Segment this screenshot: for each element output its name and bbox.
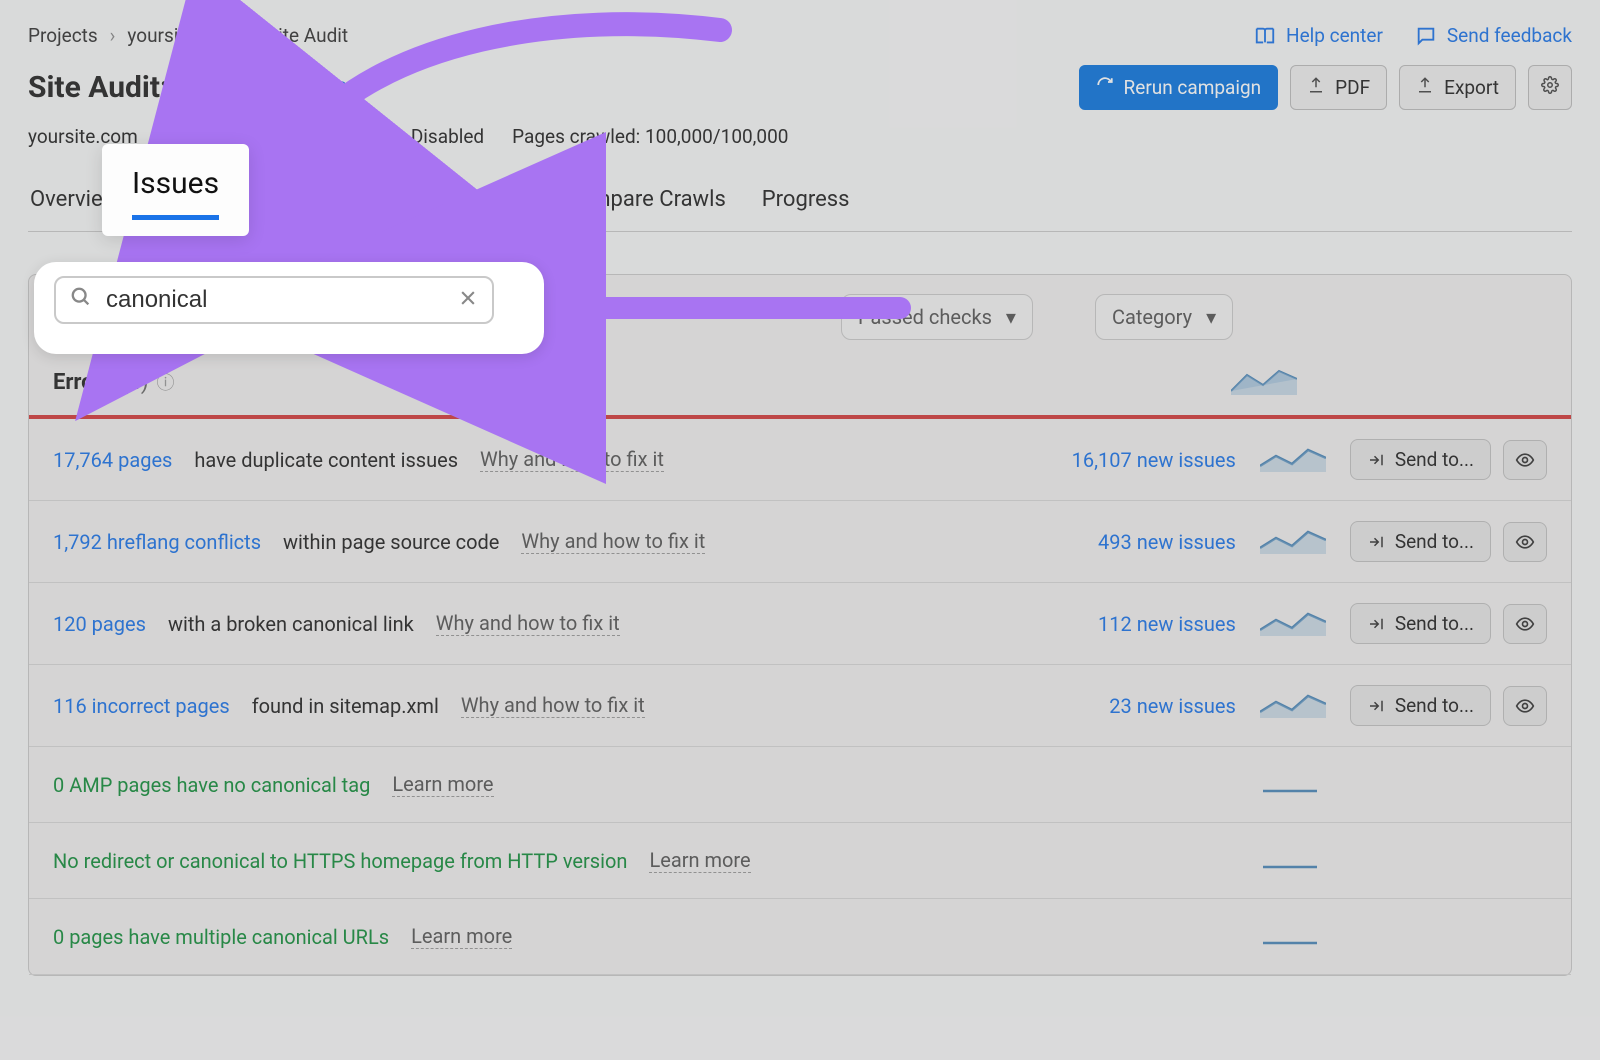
issues-tab-highlight: Issues (102, 144, 249, 236)
tab-bar: Overview Issues Crawled Pages Statistics… (28, 173, 1572, 232)
refresh-icon (1096, 76, 1114, 99)
send-to-button[interactable]: Send to... (1350, 439, 1491, 480)
feedback-icon (1415, 25, 1437, 47)
sparkline-icon (1257, 767, 1323, 802)
sparkline-icon (1231, 365, 1297, 395)
meta-js: JS rendering: Disabled (295, 125, 484, 148)
issues-tab-underline (132, 215, 219, 220)
info-icon[interactable]: ⓘ (157, 369, 175, 395)
issue-row: No redirect or canonical to HTTPS homepa… (29, 823, 1571, 899)
hide-issue-button[interactable] (1503, 440, 1547, 480)
hide-issue-button[interactable] (1503, 604, 1547, 644)
new-issues-count[interactable]: 23 new issues (1036, 694, 1236, 718)
issue-passed-text: 0 AMP pages have no canonical tag (53, 773, 370, 797)
clear-icon[interactable] (458, 286, 478, 314)
sparkline-icon (1260, 606, 1326, 641)
issue-passed-text: No redirect or canonical to HTTPS homepa… (53, 849, 627, 873)
search-highlight (34, 262, 544, 354)
page-title-domain[interactable]: yoursite.com (180, 70, 357, 105)
send-feedback-link[interactable]: Send feedback (1415, 24, 1572, 47)
why-fix-link[interactable]: Why and how to fix it (436, 611, 620, 636)
search-input[interactable] (106, 286, 444, 314)
category-label: Category (1112, 305, 1192, 329)
page-title: Site Audit: (28, 70, 168, 105)
send-to-button[interactable]: Send to... (1350, 685, 1491, 726)
breadcrumb: Projects › yoursite.com › Site Audit (28, 24, 348, 47)
breadcrumb-domain[interactable]: yoursite.com (127, 24, 237, 47)
why-fix-link[interactable]: Why and how to fix it (480, 447, 664, 472)
chevron-down-icon: ▾ (1206, 305, 1216, 329)
issue-text: have duplicate content issues (194, 448, 458, 472)
new-issues-count[interactable]: 16,107 new issues (1036, 448, 1236, 472)
tab-progress[interactable]: Progress (762, 173, 850, 231)
learn-more-link[interactable]: Learn more (649, 848, 750, 873)
issue-row: 1,792 hreflang conflicts within page sou… (29, 501, 1571, 583)
send-feedback-label: Send feedback (1447, 24, 1572, 47)
why-fix-link[interactable]: Why and how to fix it (461, 693, 645, 718)
issue-row: 0 pages have multiple canonical URLs Lear… (29, 899, 1571, 975)
export-label: Export (1444, 76, 1499, 99)
pdf-label: PDF (1335, 76, 1370, 99)
sparkline-icon (1257, 843, 1323, 878)
breadcrumb-current: Site Audit (267, 24, 348, 47)
issue-row: 17,764 pages have duplicate content issu… (29, 419, 1571, 501)
issue-link[interactable]: 120 pages (53, 612, 146, 636)
hide-issue-button[interactable] (1503, 686, 1547, 726)
chevron-down-icon: ▾ (1006, 305, 1016, 329)
search-icon (70, 286, 92, 314)
passed-checks-label: Passed checks (858, 305, 992, 329)
issue-link[interactable]: 17,764 pages (53, 448, 172, 472)
send-to-button[interactable]: Send to... (1350, 521, 1491, 562)
chevron-right-icon: › (249, 24, 255, 47)
search-box[interactable] (54, 276, 494, 324)
settings-button[interactable] (1528, 65, 1572, 110)
issues-panel: placeholder Passed checks ▾ Category ▾ E… (28, 274, 1572, 976)
issue-row: 116 incorrect pages found in sitemap.xml… (29, 665, 1571, 747)
sparkline-icon (1260, 524, 1326, 559)
category-filter[interactable]: Category ▾ (1095, 294, 1233, 340)
tab-statistics[interactable]: Statistics (437, 173, 529, 231)
issues-tab-label: Issues (132, 166, 219, 201)
issue-row: 0 AMP pages have no canonical tag Learn m… (29, 747, 1571, 823)
tab-crawled-pages[interactable]: Crawled Pages (255, 173, 401, 231)
issue-text: with a broken canonical link (168, 612, 414, 636)
help-center-link[interactable]: Help center (1254, 24, 1383, 47)
send-to-button[interactable]: Send to... (1350, 603, 1491, 644)
upload-icon (1307, 76, 1325, 99)
issue-text: within page source code (283, 530, 499, 554)
meta-row: yoursite.com Mobile JS rendering: Disabl… (28, 124, 1572, 149)
gear-icon (1541, 76, 1559, 99)
issue-passed-text: 0 pages have multiple canonical URLs (53, 925, 389, 949)
why-fix-link[interactable]: Why and how to fix it (521, 529, 705, 554)
tab-compare-crawls[interactable]: Compare Crawls (564, 173, 725, 231)
issue-link[interactable]: 1,792 hreflang conflicts (53, 530, 261, 554)
issue-text: found in sitemap.xml (252, 694, 439, 718)
learn-more-link[interactable]: Learn more (411, 924, 512, 949)
sparkline-icon (1260, 442, 1326, 477)
rerun-label: Rerun campaign (1124, 76, 1262, 99)
hide-issue-button[interactable] (1503, 522, 1547, 562)
new-issues-count[interactable]: 112 new issues (1036, 612, 1236, 636)
new-issues-count[interactable]: 493 new issues (1036, 530, 1236, 554)
upload-icon (1416, 76, 1434, 99)
sparkline-icon (1260, 688, 1326, 723)
breadcrumb-projects[interactable]: Projects (28, 24, 98, 47)
meta-crawled: Pages crawled: 100,000/100,000 (512, 125, 788, 148)
issue-link[interactable]: 116 incorrect pages (53, 694, 230, 718)
export-button[interactable]: Export (1399, 65, 1516, 110)
book-icon (1254, 25, 1276, 47)
learn-more-link[interactable]: Learn more (392, 772, 493, 797)
errors-heading: Errors (53, 370, 113, 395)
rerun-campaign-button[interactable]: Rerun campaign (1079, 65, 1279, 110)
errors-count: (4) (121, 370, 149, 395)
passed-checks-filter[interactable]: Passed checks ▾ (841, 294, 1033, 340)
help-center-label: Help center (1286, 24, 1383, 47)
sparkline-icon (1257, 919, 1323, 954)
issue-row: 120 pages with a broken canonical link Wh… (29, 583, 1571, 665)
chevron-right-icon: › (110, 24, 116, 47)
pdf-button[interactable]: PDF (1290, 65, 1387, 110)
